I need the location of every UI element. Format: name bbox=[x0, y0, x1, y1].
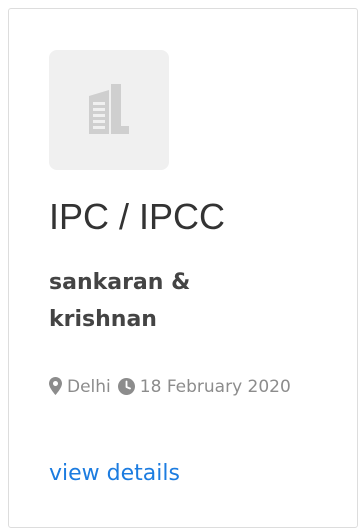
company-logo bbox=[49, 50, 169, 170]
map-marker-icon bbox=[49, 377, 62, 395]
job-card: IPC / IPCC sankaran & krishnan Delhi 18 … bbox=[8, 8, 358, 528]
job-meta: Delhi 18 February 2020 bbox=[49, 373, 319, 402]
location-text: Delhi bbox=[67, 377, 111, 397]
building-icon bbox=[89, 84, 129, 134]
view-details-link[interactable]: view details bbox=[49, 459, 180, 489]
company-name: sankaran & krishnan bbox=[49, 270, 191, 332]
job-title: IPC / IPCC bbox=[49, 196, 226, 237]
date-text: 18 February 2020 bbox=[139, 377, 291, 397]
page: IPC / IPCC sankaran & krishnan Delhi 18 … bbox=[0, 0, 363, 531]
clock-icon bbox=[117, 378, 135, 395]
